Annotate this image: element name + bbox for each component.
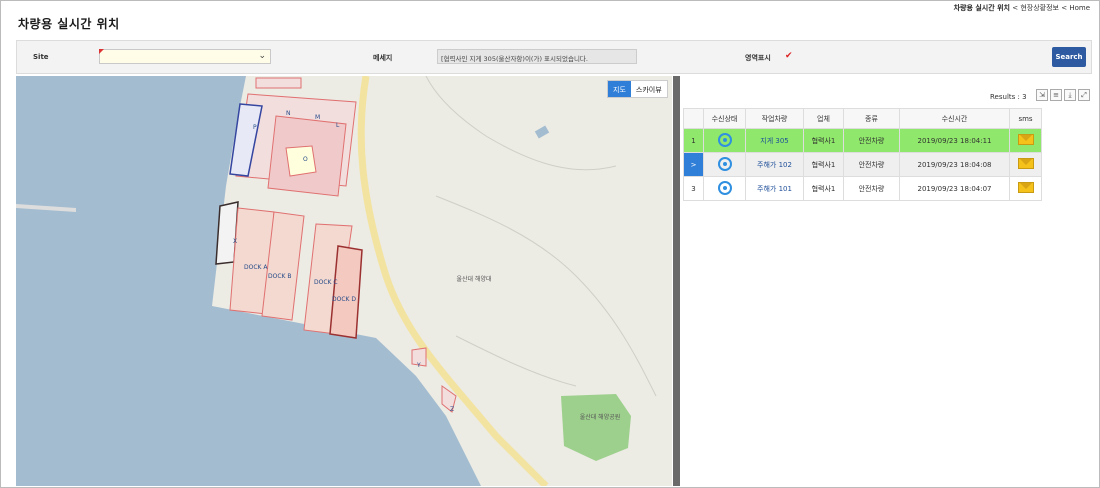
locate-target-icon[interactable] — [717, 180, 732, 195]
chevron-down-icon: ⌄ — [258, 51, 266, 61]
map-canvas — [16, 76, 657, 486]
map-view[interactable]: P N M L O X DOCK A DOCK B DOCK C DOCK D … — [16, 76, 672, 486]
row-vehicle[interactable]: 주해가 102 — [745, 152, 804, 177]
table-row[interactable]: 3 주해가 101 협력사1 안전차량 2019/09/23 18:04:07 — [683, 176, 1042, 201]
site-label: Site — [33, 53, 49, 61]
breadcrumb-home[interactable]: Home — [1069, 4, 1090, 12]
table-row[interactable]: 1 지게 305 협력사1 안전차량 2019/09/23 18:04:11 — [683, 128, 1042, 153]
list-icon[interactable]: ≡ — [1050, 89, 1062, 101]
map-place-label: 울산대 해양대 — [456, 276, 492, 283]
envelope-icon[interactable] — [1017, 182, 1034, 193]
row-type: 안전차량 — [843, 152, 900, 177]
panel-splitter[interactable] — [673, 76, 680, 486]
map-label: DOCK C — [314, 279, 338, 286]
site-select[interactable]: ⌄ — [99, 49, 271, 64]
row-type: 안전차량 — [843, 176, 900, 201]
map-label: M — [315, 114, 321, 121]
area-display-label: 영역표시 — [745, 54, 771, 62]
envelope-icon[interactable] — [1017, 134, 1034, 145]
results-count: Results : 3 — [990, 93, 1027, 101]
col-header[interactable]: 수신상태 — [703, 108, 746, 129]
col-header[interactable]: 업체 — [803, 108, 844, 129]
map-label: X — [233, 238, 238, 245]
filter-bar: Site ⌄ 메세지 [협력사인 지게 305(울산자항)이(가) 표시되었습니… — [16, 40, 1092, 74]
row-vehicle[interactable]: 주해가 101 — [745, 176, 804, 201]
row-time: 2019/09/23 18:04:11 — [899, 128, 1010, 153]
row-company: 협력사1 — [803, 128, 844, 153]
col-header — [683, 108, 704, 129]
row-company: 협력사1 — [803, 176, 844, 201]
breadcrumb-parent[interactable]: 현장상황정보 — [1020, 4, 1059, 12]
map-view-button[interactable]: 지도 — [608, 81, 631, 97]
row-status[interactable] — [703, 176, 746, 201]
map-label: DOCK A — [244, 264, 268, 271]
row-sms[interactable] — [1009, 176, 1042, 201]
breadcrumb-sep: < — [1012, 4, 1019, 12]
col-header[interactable]: 수신시간 — [899, 108, 1010, 129]
map-label: DOCK B — [268, 273, 292, 280]
skyview-button[interactable]: 스카이뷰 — [631, 81, 667, 97]
row-status[interactable] — [703, 152, 746, 177]
map-label: P — [253, 124, 257, 131]
expand-icon[interactable]: ⇲ — [1036, 89, 1048, 101]
col-header[interactable]: 작업차량 — [745, 108, 804, 129]
message-field: [협력사인 지게 305(울산자항)이(가) 표시되었습니다. — [437, 49, 637, 64]
row-status[interactable] — [703, 128, 746, 153]
message-label: 메세지 — [373, 54, 393, 62]
map-label: Z — [450, 406, 455, 413]
required-marker-icon — [99, 49, 104, 54]
fit-icon[interactable]: ⤢ — [1078, 89, 1090, 101]
map-label: N — [286, 110, 291, 117]
breadcrumb: 차량용 실시간 위치 < 현장상황정보 < Home — [954, 3, 1090, 13]
table-header: 수신상태 작업차량 업체 종류 수신시간 sms — [683, 108, 1042, 129]
row-time: 2019/09/23 18:04:07 — [899, 176, 1010, 201]
breadcrumb-current: 차량용 실시간 위치 — [953, 4, 1010, 12]
envelope-icon[interactable] — [1017, 158, 1034, 169]
export-icon[interactable]: ⤓ — [1064, 89, 1076, 101]
row-number: 1 — [683, 128, 704, 153]
map-label: Y — [417, 362, 421, 369]
locate-target-icon[interactable] — [717, 156, 732, 171]
map-place-label: 울산대 해양공원 — [579, 414, 621, 421]
col-header[interactable]: sms — [1009, 108, 1042, 129]
row-vehicle[interactable]: 지게 305 — [745, 128, 804, 153]
breadcrumb-sep: < — [1061, 4, 1068, 12]
row-type: 안전차량 — [843, 128, 900, 153]
vehicle-table: 수신상태 작업차량 업체 종류 수신시간 sms 1 지게 305 협력사1 안… — [683, 108, 1042, 201]
area-display-checkbox[interactable]: ✔ — [785, 52, 793, 61]
search-button[interactable]: Search — [1052, 47, 1086, 67]
row-sms[interactable] — [1009, 152, 1042, 177]
locate-target-icon[interactable] — [717, 132, 732, 147]
row-number: > — [683, 152, 704, 177]
map-label: L — [336, 122, 340, 129]
table-row[interactable]: > 주해가 102 협력사1 안전차량 2019/09/23 18:04:08 — [683, 152, 1042, 177]
row-time: 2019/09/23 18:04:08 — [899, 152, 1010, 177]
row-number: 3 — [683, 176, 704, 201]
map-type-toggle: 지도 스카이뷰 — [607, 80, 668, 98]
map-label: O — [303, 156, 308, 163]
row-sms[interactable] — [1009, 128, 1042, 153]
map-label: DOCK D — [332, 296, 356, 303]
row-company: 협력사1 — [803, 152, 844, 177]
col-header[interactable]: 종류 — [843, 108, 900, 129]
page-title: 차량용 실시간 위치 — [18, 17, 120, 31]
